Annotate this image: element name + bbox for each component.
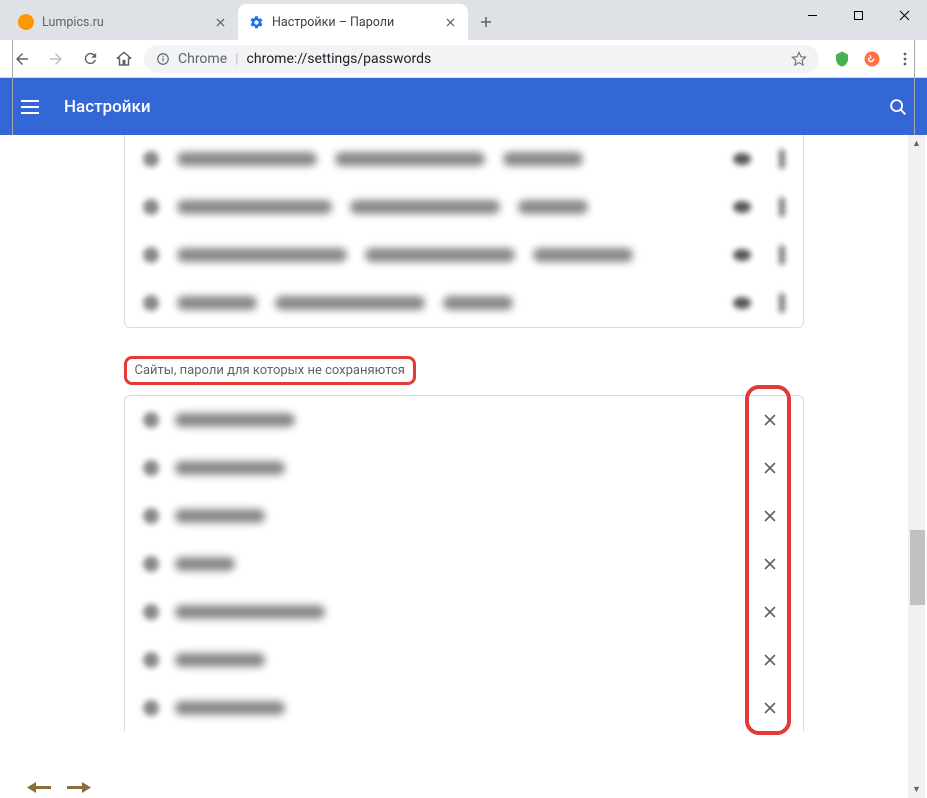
chrome-menu-button[interactable] bbox=[891, 45, 919, 73]
tab-strip: Lumpics.ru Настройки – Пароли bbox=[8, 4, 500, 40]
more-icon[interactable] bbox=[779, 293, 785, 313]
tab-title: Настройки – Пароли bbox=[272, 15, 434, 30]
url-separator: | bbox=[235, 51, 238, 67]
window-controls bbox=[789, 0, 927, 34]
scrollbar-thumb[interactable] bbox=[910, 530, 925, 605]
password-row[interactable] bbox=[125, 231, 803, 279]
tab-settings-passwords[interactable]: Настройки – Пароли bbox=[238, 4, 468, 40]
remove-button[interactable] bbox=[755, 597, 785, 627]
annotation-nav-arrows bbox=[24, 780, 94, 795]
close-icon bbox=[763, 653, 777, 667]
remove-button[interactable] bbox=[755, 693, 785, 723]
window-titlebar: Lumpics.ru Настройки – Пароли bbox=[0, 0, 927, 40]
close-icon bbox=[763, 461, 777, 475]
never-save-row bbox=[125, 588, 803, 636]
back-button[interactable] bbox=[8, 45, 36, 73]
tab-lumpics[interactable]: Lumpics.ru bbox=[8, 4, 238, 40]
close-icon bbox=[763, 605, 777, 619]
favicon-settings bbox=[248, 14, 264, 30]
close-icon[interactable] bbox=[212, 14, 228, 30]
never-save-row bbox=[125, 444, 803, 492]
home-button[interactable] bbox=[110, 45, 138, 73]
settings-title: Настройки bbox=[64, 97, 151, 117]
next-arrow-icon[interactable] bbox=[64, 780, 94, 795]
window-close-button[interactable] bbox=[881, 0, 927, 30]
password-row[interactable] bbox=[125, 135, 803, 183]
never-save-row bbox=[125, 540, 803, 588]
scroll-down-arrow[interactable]: ▼ bbox=[908, 781, 925, 798]
forward-button[interactable] bbox=[42, 45, 70, 73]
maximize-button[interactable] bbox=[835, 0, 881, 30]
never-save-row bbox=[125, 396, 803, 444]
never-save-row bbox=[125, 636, 803, 684]
reload-button[interactable] bbox=[76, 45, 104, 73]
close-icon bbox=[763, 701, 777, 715]
tab-title: Lumpics.ru bbox=[42, 15, 204, 30]
extensions-row bbox=[831, 45, 919, 73]
more-icon[interactable] bbox=[779, 197, 785, 217]
never-save-row bbox=[125, 684, 803, 732]
star-icon[interactable] bbox=[791, 51, 807, 67]
show-password-icon[interactable] bbox=[733, 153, 751, 165]
saved-passwords-card bbox=[124, 135, 804, 328]
show-password-icon[interactable] bbox=[733, 201, 751, 213]
password-row[interactable] bbox=[125, 279, 803, 327]
settings-header: Настройки bbox=[0, 78, 927, 135]
extension-icon[interactable] bbox=[861, 48, 883, 70]
never-save-section-header: Сайты, пароли для которых не сохраняются bbox=[124, 356, 804, 385]
close-icon bbox=[763, 509, 777, 523]
address-bar: Chrome | chrome://settings/passwords bbox=[0, 40, 927, 78]
hamburger-icon[interactable] bbox=[18, 95, 42, 119]
show-password-icon[interactable] bbox=[733, 249, 751, 261]
scroll-up-arrow[interactable]: ▲ bbox=[908, 135, 925, 152]
url-scheme-label: Chrome bbox=[178, 51, 227, 67]
remove-button[interactable] bbox=[755, 549, 785, 579]
favicon-lumpics bbox=[18, 14, 34, 30]
info-icon bbox=[156, 52, 170, 66]
url-text: chrome://settings/passwords bbox=[247, 51, 432, 67]
adblock-icon[interactable] bbox=[831, 48, 853, 70]
prev-arrow-icon[interactable] bbox=[24, 780, 54, 795]
search-icon[interactable] bbox=[887, 96, 909, 118]
remove-button[interactable] bbox=[755, 501, 785, 531]
settings-content: ▲ ▼ Сайты, пароли для которых не сохраня… bbox=[0, 135, 927, 798]
password-row[interactable] bbox=[125, 183, 803, 231]
vertical-scrollbar[interactable] bbox=[908, 135, 925, 798]
close-icon[interactable] bbox=[442, 14, 458, 30]
never-save-card bbox=[124, 395, 804, 732]
more-icon[interactable] bbox=[779, 149, 785, 169]
omnibox[interactable]: Chrome | chrome://settings/passwords bbox=[144, 45, 819, 73]
remove-button[interactable] bbox=[755, 405, 785, 435]
new-tab-button[interactable] bbox=[472, 8, 500, 36]
remove-button[interactable] bbox=[755, 645, 785, 675]
remove-button[interactable] bbox=[755, 453, 785, 483]
minimize-button[interactable] bbox=[789, 0, 835, 30]
show-password-icon[interactable] bbox=[733, 297, 751, 309]
more-icon[interactable] bbox=[779, 245, 785, 265]
never-save-row bbox=[125, 492, 803, 540]
close-icon bbox=[763, 557, 777, 571]
never-save-title: Сайты, пароли для которых не сохраняются bbox=[124, 356, 416, 385]
close-icon bbox=[763, 413, 777, 427]
